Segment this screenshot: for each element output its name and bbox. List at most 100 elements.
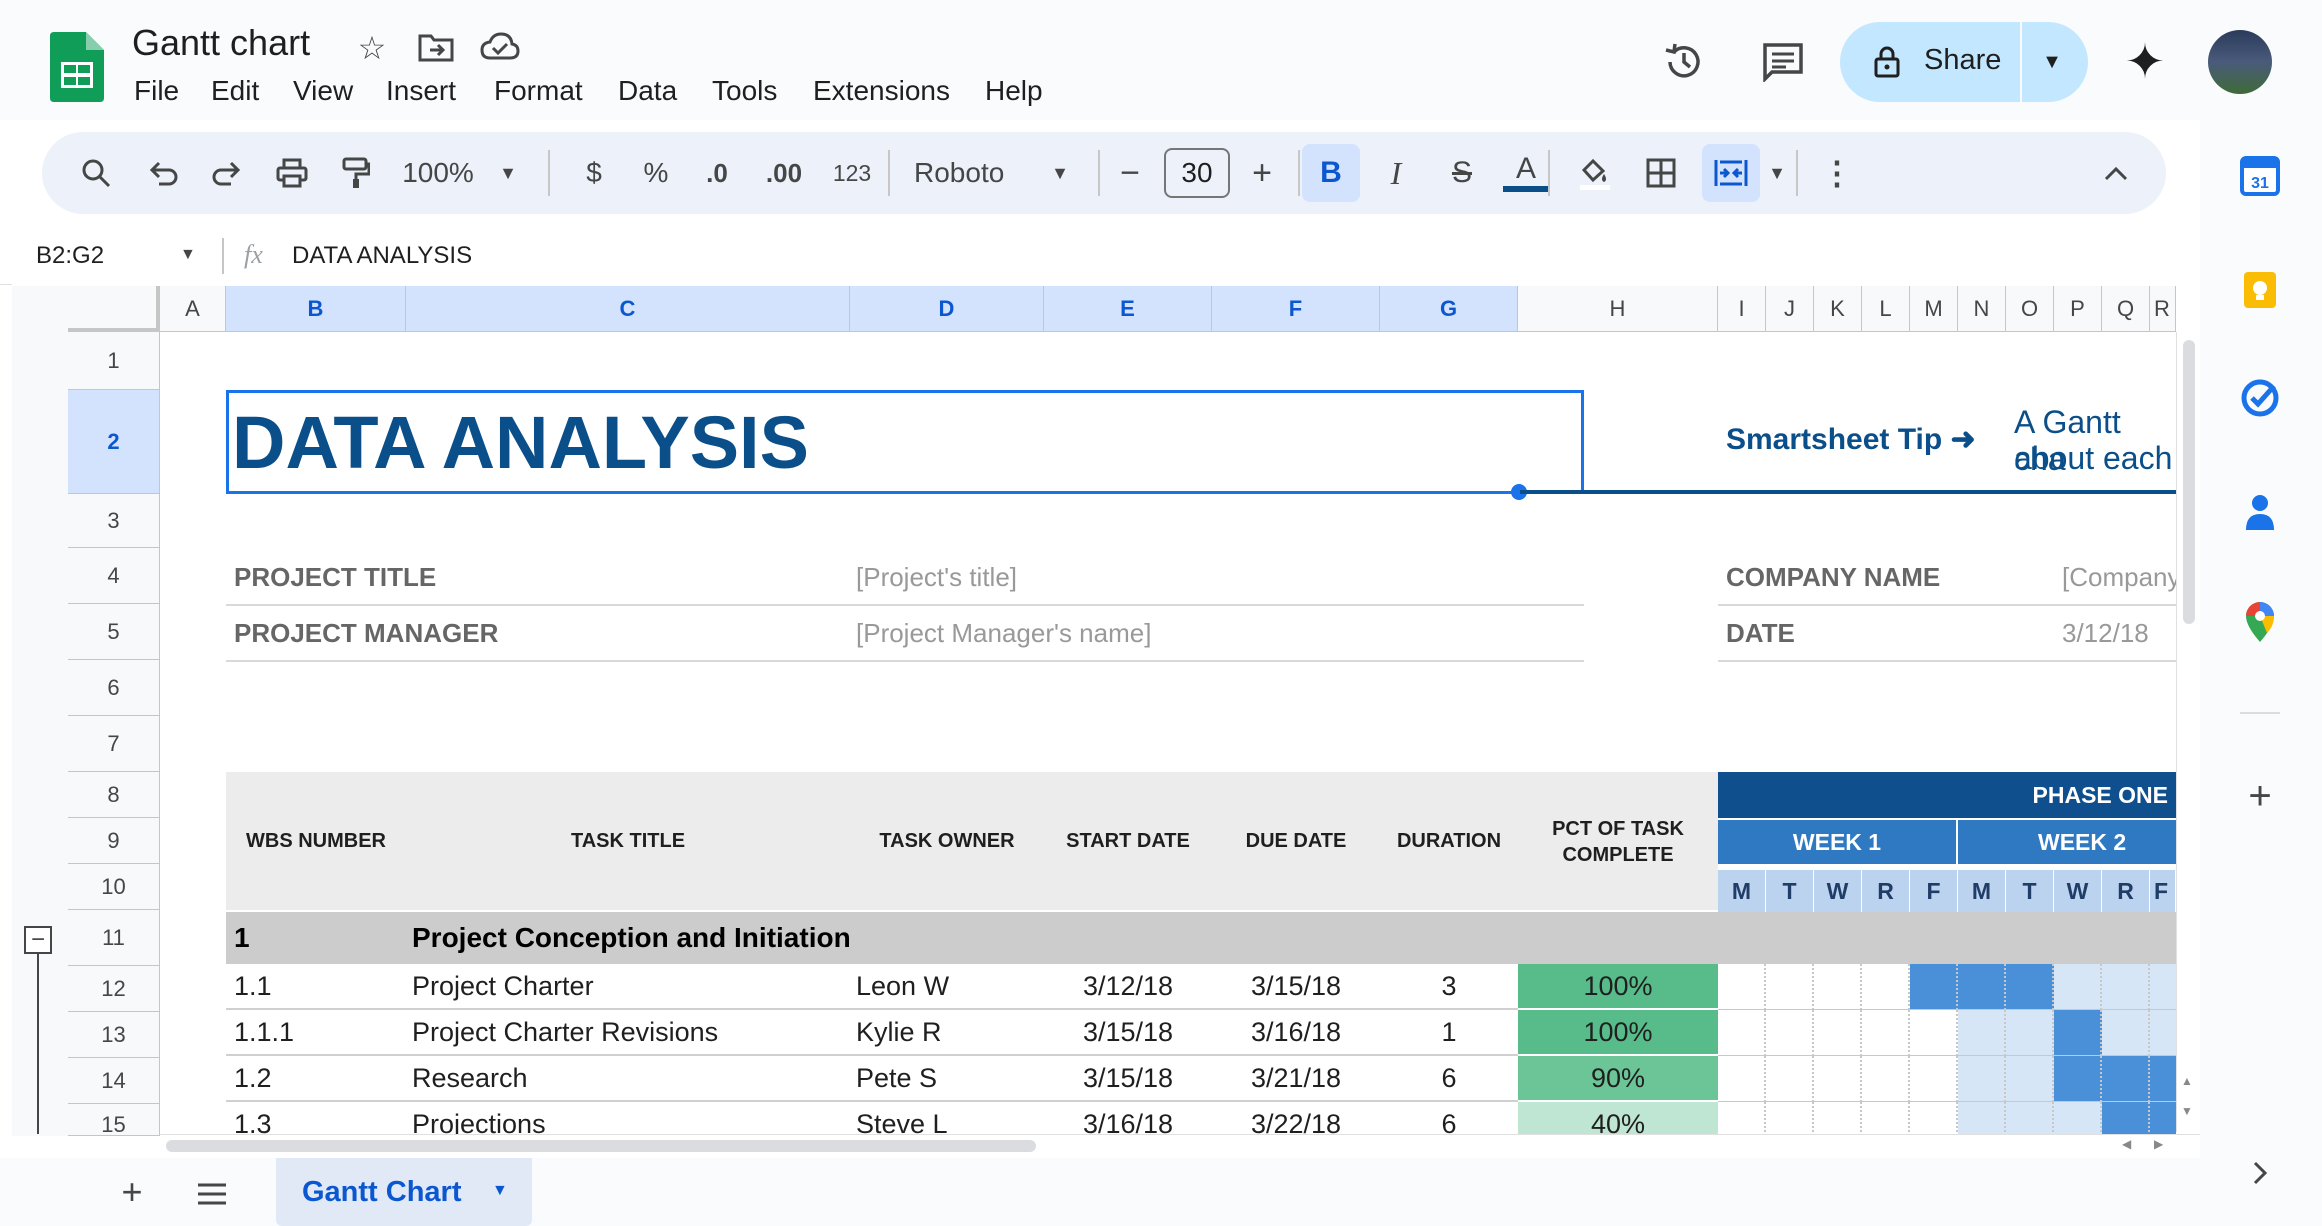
font-size-input[interactable]: 30	[1164, 148, 1230, 198]
document-title[interactable]: Gantt chart	[132, 22, 310, 64]
task-owner[interactable]: Leon W	[850, 964, 1044, 1010]
gantt-day-cell[interactable]	[1814, 964, 1862, 1010]
task-title[interactable]: Project Charter Revisions	[406, 1010, 850, 1056]
column-header[interactable]: E	[1044, 286, 1212, 332]
gantt-day-cell[interactable]	[1862, 1010, 1910, 1056]
gantt-day-cell[interactable]	[2054, 1056, 2102, 1102]
decrease-decimal-button[interactable]: .0	[692, 132, 742, 214]
gantt-day-cell[interactable]	[2054, 1102, 2102, 1136]
section-title[interactable]: Project Conception and Initiation	[412, 912, 851, 964]
collapse-toolbar-icon[interactable]	[2096, 132, 2136, 214]
text-color-button[interactable]: A	[1502, 132, 1550, 214]
merge-cells-icon[interactable]	[1702, 144, 1760, 202]
group-collapse-button[interactable]: −	[24, 926, 52, 954]
scroll-down-arrow-icon[interactable]: ▼	[2181, 1104, 2193, 1118]
task-duration[interactable]: 3	[1380, 964, 1518, 1010]
row-header[interactable]: 14	[68, 1058, 160, 1104]
gantt-day-cell[interactable]	[2006, 1102, 2054, 1136]
fill-color-icon[interactable]	[1570, 132, 1620, 214]
gantt-day-cell[interactable]	[2102, 1102, 2150, 1136]
row-header[interactable]: 12	[68, 966, 160, 1012]
keep-icon[interactable]	[2242, 270, 2278, 310]
all-sheets-icon[interactable]	[196, 1182, 228, 1206]
row-header[interactable]: 13	[68, 1012, 160, 1058]
print-icon[interactable]	[268, 132, 316, 214]
more-options-icon[interactable]: ⋮	[1821, 132, 1853, 214]
share-button[interactable]: Share ▼	[1840, 22, 2088, 102]
gantt-day-cell[interactable]	[2054, 1010, 2102, 1056]
sheet-title[interactable]: DATA ANALYSIS	[232, 400, 809, 485]
more-formats-button[interactable]: 123	[824, 132, 880, 214]
column-header[interactable]: M	[1910, 286, 1958, 332]
zoom-select[interactable]: 100%	[398, 132, 478, 214]
vertical-scroll-thumb[interactable]	[2183, 340, 2195, 624]
column-header[interactable]: N	[1958, 286, 2006, 332]
gantt-day-cell[interactable]	[1718, 1010, 1766, 1056]
gantt-day-cell[interactable]	[1958, 964, 2006, 1010]
row-header[interactable]: 9	[68, 818, 160, 864]
column-header[interactable]: A	[160, 286, 226, 332]
gantt-day-cell[interactable]	[2006, 964, 2054, 1010]
task-title[interactable]: Research	[406, 1056, 850, 1102]
font-select[interactable]: Roboto	[914, 132, 1034, 214]
italic-button[interactable]: I	[1372, 132, 1420, 214]
gantt-day-cell[interactable]	[1814, 1010, 1862, 1056]
name-box-dropdown-icon[interactable]: ▼	[180, 246, 196, 264]
task-wbs[interactable]: 1.2	[226, 1056, 406, 1102]
font-size-input-wrap[interactable]: 30	[1164, 132, 1230, 214]
increase-decimal-button[interactable]: .00	[754, 132, 814, 214]
merge-dropdown-icon[interactable]: ▼	[1764, 132, 1790, 214]
task-duration[interactable]: 1	[1380, 1010, 1518, 1056]
row-header[interactable]: 15	[68, 1104, 160, 1137]
date-value[interactable]: 3/12/18	[2062, 618, 2149, 649]
task-start-date[interactable]: 3/12/18	[1044, 964, 1212, 1010]
gantt-day-cell[interactable]	[1862, 1056, 1910, 1102]
task-owner[interactable]: Steve L	[850, 1102, 1044, 1137]
gantt-day-cell[interactable]	[2102, 1056, 2150, 1102]
menu-tools[interactable]: Tools	[712, 75, 777, 107]
borders-icon[interactable]	[1636, 132, 1686, 214]
comments-icon[interactable]	[1762, 42, 1804, 84]
name-box[interactable]: B2:G2	[36, 242, 104, 270]
row-header[interactable]: 10	[68, 864, 160, 910]
task-due-date[interactable]: 3/22/18	[1212, 1102, 1380, 1137]
task-duration[interactable]: 6	[1380, 1056, 1518, 1102]
row-header[interactable]: 7	[68, 716, 160, 772]
sheet-tab-dropdown-icon[interactable]: ▼	[492, 1182, 508, 1200]
column-header[interactable]: R	[2150, 286, 2176, 332]
column-header[interactable]: D	[850, 286, 1044, 332]
gantt-day-cell[interactable]	[1910, 964, 1958, 1010]
task-duration[interactable]: 6	[1380, 1102, 1518, 1137]
row-header[interactable]: 8	[68, 772, 160, 818]
row-header[interactable]: 4	[68, 548, 160, 604]
gantt-day-cell[interactable]	[1814, 1102, 1862, 1136]
scroll-up-arrow-icon[interactable]: ▲	[2181, 1074, 2193, 1088]
formula-input[interactable]: DATA ANALYSIS	[292, 242, 472, 270]
paint-format-icon[interactable]	[332, 132, 380, 214]
zoom-dropdown-icon[interactable]: ▼	[494, 132, 522, 214]
task-wbs[interactable]: 1.3	[226, 1102, 406, 1137]
font-size-increase-button[interactable]: +	[1242, 132, 1282, 214]
gantt-day-cell[interactable]	[1718, 964, 1766, 1010]
calendar-icon[interactable]: 31	[2240, 156, 2280, 196]
sheet-tab-gantt-chart[interactable]: Gantt Chart ▼	[276, 1158, 532, 1226]
row-header[interactable]: 6	[68, 660, 160, 716]
gantt-day-cell[interactable]	[1958, 1010, 2006, 1056]
column-header[interactable]: B	[226, 286, 406, 332]
column-header[interactable]: Q	[2102, 286, 2150, 332]
smartsheet-tip-label[interactable]: Smartsheet Tip ➜	[1726, 422, 1976, 457]
gantt-day-cell[interactable]	[2006, 1056, 2054, 1102]
project-manager-value[interactable]: [Project Manager's name]	[856, 618, 1151, 649]
version-history-icon[interactable]	[1662, 40, 1706, 84]
font-size-decrease-button[interactable]: −	[1110, 132, 1150, 214]
gantt-day-cell[interactable]	[1958, 1056, 2006, 1102]
strikethrough-button[interactable]: S	[1438, 132, 1486, 214]
vertical-scrollbar[interactable]: ▲ ▼	[2176, 332, 2201, 1132]
task-due-date[interactable]: 3/16/18	[1212, 1010, 1380, 1056]
horizontal-scrollbar[interactable]: ◀ ▶	[160, 1134, 2200, 1157]
gantt-day-cell[interactable]	[1814, 1056, 1862, 1102]
task-start-date[interactable]: 3/16/18	[1044, 1102, 1212, 1137]
row-header[interactable]: 2	[68, 390, 160, 494]
column-header[interactable]: C	[406, 286, 850, 332]
gantt-day-cell[interactable]	[1862, 964, 1910, 1010]
